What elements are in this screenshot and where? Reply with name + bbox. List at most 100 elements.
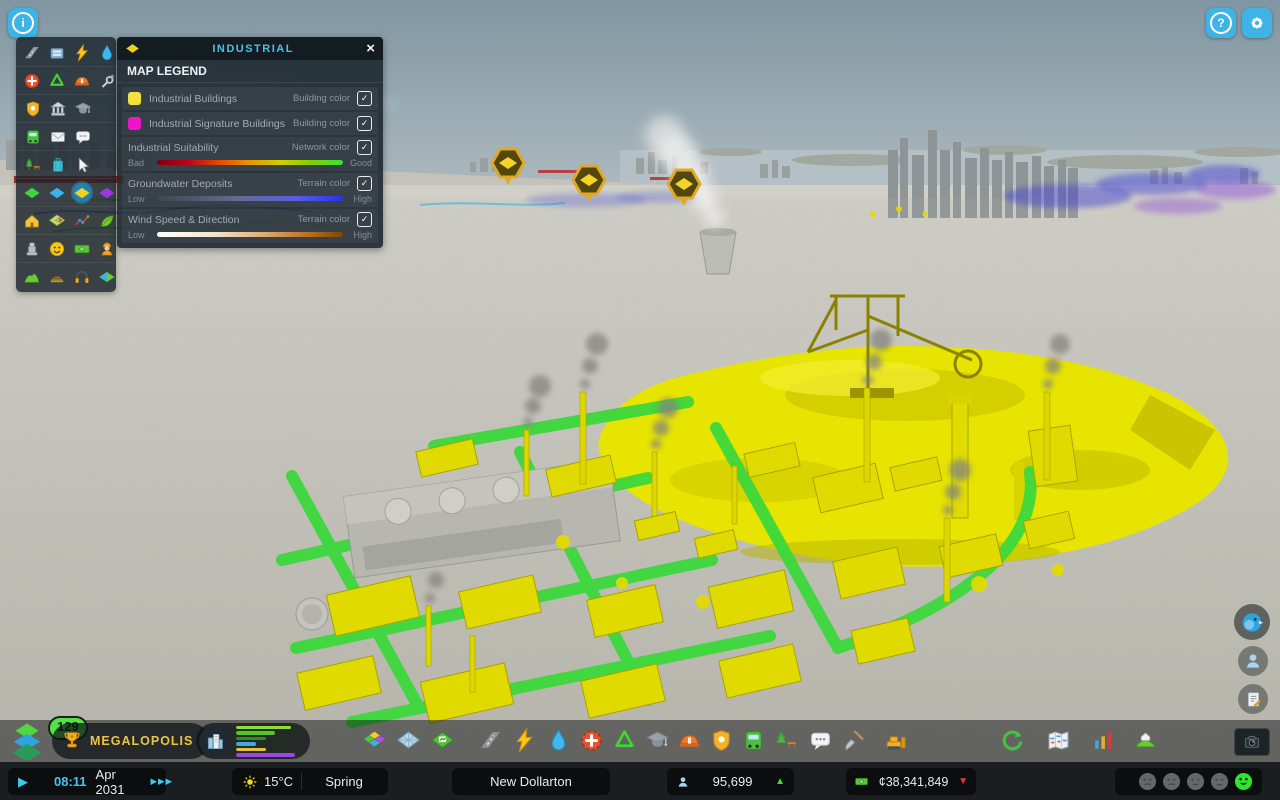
toolbar-healthcare[interactable] — [579, 728, 604, 753]
toolbar-fire-rescue[interactable] — [677, 728, 702, 753]
legend-label: Groundwater Deposits — [128, 178, 298, 190]
settings-button[interactable] — [1242, 8, 1272, 38]
infoview-land-value[interactable] — [48, 211, 67, 230]
checkbox-checked[interactable]: ✓ — [357, 176, 372, 191]
infoview-shoreline[interactable] — [97, 267, 116, 286]
person-icon — [1243, 651, 1263, 671]
infoview-landmarks[interactable] — [23, 239, 42, 258]
infoview-wealth[interactable] — [73, 239, 92, 258]
checkbox-checked[interactable]: ✓ — [357, 212, 372, 227]
cooling-tower — [700, 228, 736, 274]
toolbar-communications[interactable] — [808, 728, 833, 753]
infoview-workers[interactable] — [97, 239, 116, 258]
infoview-administration[interactable] — [48, 99, 67, 118]
infoview-post[interactable] — [48, 127, 67, 146]
zoning-demand-widget[interactable] — [196, 723, 310, 759]
infoview-roads[interactable] — [23, 43, 42, 62]
infoview-statistics[interactable] — [73, 211, 92, 230]
demand-industrial — [236, 748, 301, 752]
toolbar-water-sewage[interactable] — [546, 728, 571, 753]
toolbar-city-information[interactable] — [1046, 728, 1071, 753]
legend-label: Industrial Suitability — [128, 142, 292, 154]
infoview-natural-resources-selected[interactable] — [73, 183, 92, 202]
citizen-panel-button[interactable] — [1238, 646, 1268, 676]
close-icon[interactable]: × — [366, 41, 375, 56]
population-count: 95,699 — [690, 774, 775, 789]
infoview-soil[interactable] — [48, 267, 67, 286]
infoview-communications[interactable] — [73, 127, 92, 146]
infoview-water[interactable] — [97, 43, 116, 62]
checkbox-checked[interactable]: ✓ — [357, 140, 372, 155]
checkbox-checked[interactable]: ✓ — [357, 91, 372, 106]
infoview-routes[interactable] — [73, 155, 92, 174]
infoview-happiness[interactable] — [48, 239, 67, 258]
toolbar-progression[interactable] — [1133, 728, 1158, 753]
toolbar-economy[interactable] — [1000, 728, 1025, 753]
toolbar-signature-areas[interactable] — [430, 728, 455, 753]
journal-button[interactable] — [1238, 684, 1268, 714]
infoview-districts[interactable] — [97, 183, 116, 202]
help-button[interactable]: ? — [1206, 8, 1236, 38]
toolbar-parks-recreation[interactable] — [774, 728, 799, 753]
fast-forward-button[interactable]: ▶▶▶ — [140, 776, 183, 787]
infoview-police[interactable] — [23, 99, 42, 118]
infoview-garbage[interactable] — [48, 71, 67, 90]
infoview-fire-rescue[interactable] — [73, 71, 92, 90]
chirper-button[interactable] — [1234, 604, 1270, 640]
toolbar-roads[interactable] — [478, 728, 503, 753]
milestone-name: MEGALOPOLIS — [90, 734, 193, 748]
infoview-land-use[interactable] — [23, 183, 42, 202]
city-name-pill[interactable]: New Dollarton — [452, 768, 610, 795]
infoview-housing[interactable] — [23, 211, 42, 230]
toolbar-statistics[interactable] — [1091, 728, 1116, 753]
demand-residential-low — [236, 726, 301, 730]
milestone-button[interactable]: 129 — [8, 722, 50, 762]
photo-mode-button[interactable] — [1234, 728, 1270, 756]
toolbar-bulldozer[interactable] — [884, 728, 909, 753]
legend-type-label: Building color — [293, 118, 350, 129]
infoview-education[interactable] — [73, 99, 92, 118]
infoview-terrain[interactable] — [23, 267, 42, 286]
population-widget[interactable]: 95,699 ▲ — [667, 768, 794, 795]
infoview-tourism[interactable] — [48, 155, 67, 174]
toolbar-zone-tools[interactable] — [396, 728, 421, 753]
legend-label: Wind Speed & Direction — [128, 214, 298, 226]
happiness-widget[interactable] — [1115, 768, 1262, 795]
infoview-maintenance[interactable] — [97, 71, 116, 90]
money-trend-down-icon: ▼ — [958, 776, 968, 787]
checkbox-checked[interactable]: ✓ — [357, 116, 372, 131]
gradient-max-label: High — [348, 194, 372, 204]
infoview-parks-recreation[interactable] — [23, 155, 42, 174]
legend-item-industrial-suitability: Industrial Suitability Network color ✓ B… — [122, 137, 378, 171]
population-trend-up-icon: ▲ — [775, 776, 785, 787]
toolbar-police[interactable] — [709, 728, 734, 753]
treasury-widget[interactable]: ¢38,341,849 ▼ — [846, 768, 976, 795]
toolbar-education[interactable] — [645, 728, 670, 753]
infoview-noise-pollution[interactable] — [73, 267, 92, 286]
infoview-healthcare[interactable] — [23, 71, 42, 90]
infoview-groundwater[interactable] — [48, 183, 67, 202]
infoview-greenery[interactable] — [97, 211, 116, 230]
happiness-faces — [1115, 772, 1262, 791]
face-neutral-icon — [1186, 772, 1205, 791]
infoview-buildings[interactable] — [48, 43, 67, 62]
milestone-diamonds-icon — [8, 722, 46, 760]
legend-label: Industrial Signature Buildings — [149, 118, 293, 130]
legend-item-signature-buildings: Industrial Signature Buildings Building … — [122, 112, 378, 135]
infoview-electricity[interactable] — [73, 43, 92, 62]
milestone-name-pill[interactable]: MEGALOPOLIS — [52, 723, 209, 759]
play-button[interactable]: ▶ — [8, 774, 38, 790]
gradient-min-label: Bad — [128, 158, 152, 168]
info-button[interactable]: i — [8, 8, 38, 38]
weather-widget[interactable]: 15°C Spring — [232, 768, 388, 795]
toolbar-electricity[interactable] — [512, 728, 537, 753]
infoview-transportation[interactable] — [23, 127, 42, 146]
toolbar-zones[interactable] — [362, 728, 387, 753]
toolbar-transportation[interactable] — [741, 728, 766, 753]
help-icon: ? — [1210, 12, 1232, 34]
journal-icon — [1244, 690, 1263, 709]
treasury-amount: ¢38,341,849 — [869, 775, 958, 789]
toolbar-garbage[interactable] — [612, 728, 637, 753]
toolbar-landscaping[interactable] — [841, 728, 866, 753]
chirper-bird-icon — [1239, 609, 1265, 635]
